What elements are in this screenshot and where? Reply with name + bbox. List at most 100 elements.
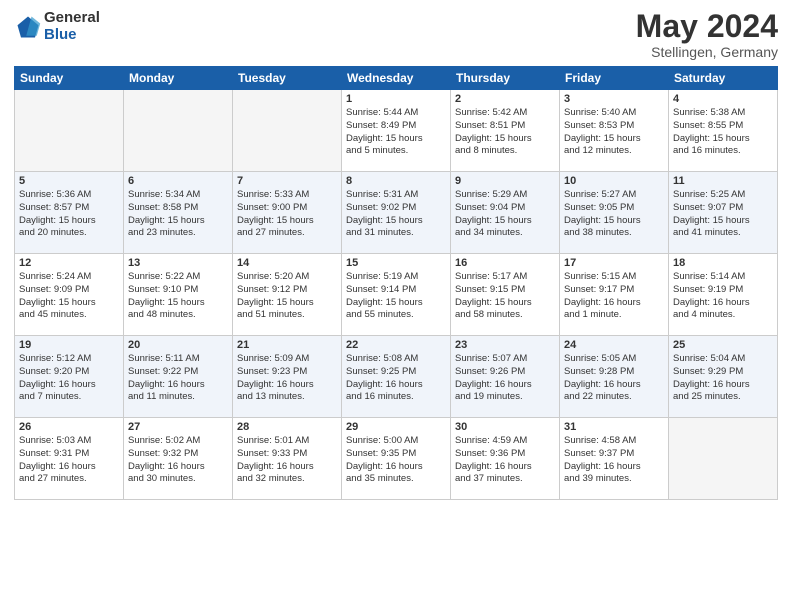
col-monday: Monday <box>124 67 233 90</box>
col-thursday: Thursday <box>451 67 560 90</box>
calendar-cell: 23 Sunrise: 5:07 AM Sunset: 9:26 PM Dayli… <box>451 336 560 418</box>
day-info: Sunrise: 5:31 AM Sunset: 9:02 PM Dayligh… <box>346 189 446 240</box>
calendar-cell <box>124 90 233 172</box>
calendar-week-row: 12 Sunrise: 5:24 AM Sunset: 9:09 PM Dayli… <box>15 254 778 336</box>
day-number: 9 <box>455 175 555 187</box>
day-number: 18 <box>673 257 773 269</box>
day-number: 26 <box>19 421 119 433</box>
calendar-week-row: 26 Sunrise: 5:03 AM Sunset: 9:31 PM Dayli… <box>15 418 778 500</box>
calendar-cell: 7 Sunrise: 5:33 AM Sunset: 9:00 PM Daylig… <box>233 172 342 254</box>
day-info: Sunrise: 5:12 AM Sunset: 9:20 PM Dayligh… <box>19 353 119 404</box>
title-block: May 2024 Stellingen, Germany <box>636 10 778 60</box>
day-number: 17 <box>564 257 664 269</box>
calendar-cell: 9 Sunrise: 5:29 AM Sunset: 9:04 PM Daylig… <box>451 172 560 254</box>
day-number: 23 <box>455 339 555 351</box>
day-info: Sunrise: 5:22 AM Sunset: 9:10 PM Dayligh… <box>128 271 228 322</box>
page: General Blue May 2024 Stellingen, German… <box>0 0 792 612</box>
calendar-cell: 30 Sunrise: 4:59 AM Sunset: 9:36 PM Dayli… <box>451 418 560 500</box>
day-info: Sunrise: 5:01 AM Sunset: 9:33 PM Dayligh… <box>237 435 337 486</box>
day-number: 24 <box>564 339 664 351</box>
day-number: 31 <box>564 421 664 433</box>
day-number: 19 <box>19 339 119 351</box>
col-tuesday: Tuesday <box>233 67 342 90</box>
calendar-cell: 13 Sunrise: 5:22 AM Sunset: 9:10 PM Dayli… <box>124 254 233 336</box>
day-number: 4 <box>673 93 773 105</box>
calendar-cell: 10Sunrise: 5:27 AM Sunset: 9:05 PM Dayli… <box>560 172 669 254</box>
calendar-cell: 21 Sunrise: 5:09 AM Sunset: 9:23 PM Dayli… <box>233 336 342 418</box>
day-info: Sunrise: 4:58 AM Sunset: 9:37 PM Dayligh… <box>564 435 664 486</box>
day-number: 11 <box>673 175 773 187</box>
calendar-cell <box>15 90 124 172</box>
calendar-cell: 16Sunrise: 5:17 AM Sunset: 9:15 PM Dayli… <box>451 254 560 336</box>
logo-blue-text: Blue <box>44 27 100 44</box>
day-info: Sunrise: 5:09 AM Sunset: 9:23 PM Dayligh… <box>237 353 337 404</box>
calendar-cell: 18Sunrise: 5:14 AM Sunset: 9:19 PM Dayli… <box>669 254 778 336</box>
day-info: Sunrise: 5:20 AM Sunset: 9:12 PM Dayligh… <box>237 271 337 322</box>
calendar-cell: 25 Sunrise: 5:04 AM Sunset: 9:29 PM Dayli… <box>669 336 778 418</box>
day-number: 15 <box>346 257 446 269</box>
calendar-cell <box>233 90 342 172</box>
calendar-week-row: 1 Sunrise: 5:44 AM Sunset: 8:49 PM Daylig… <box>15 90 778 172</box>
day-info: Sunrise: 5:40 AM Sunset: 8:53 PM Dayligh… <box>564 107 664 158</box>
day-number: 30 <box>455 421 555 433</box>
day-info: Sunrise: 5:00 AM Sunset: 9:35 PM Dayligh… <box>346 435 446 486</box>
day-number: 1 <box>346 93 446 105</box>
calendar-week-row: 19 Sunrise: 5:12 AM Sunset: 9:20 PM Dayli… <box>15 336 778 418</box>
day-number: 3 <box>564 93 664 105</box>
day-info: Sunrise: 5:02 AM Sunset: 9:32 PM Dayligh… <box>128 435 228 486</box>
calendar-cell: 12 Sunrise: 5:24 AM Sunset: 9:09 PM Dayli… <box>15 254 124 336</box>
day-number: 13 <box>128 257 228 269</box>
day-number: 2 <box>455 93 555 105</box>
day-number: 22 <box>346 339 446 351</box>
day-number: 25 <box>673 339 773 351</box>
calendar-cell: 8Sunrise: 5:31 AM Sunset: 9:02 PM Daylig… <box>342 172 451 254</box>
day-info: Sunrise: 5:38 AM Sunset: 8:55 PM Dayligh… <box>673 107 773 158</box>
calendar-cell <box>669 418 778 500</box>
day-info: Sunrise: 5:08 AM Sunset: 9:25 PM Dayligh… <box>346 353 446 404</box>
day-info: Sunrise: 5:24 AM Sunset: 9:09 PM Dayligh… <box>19 271 119 322</box>
month-title: May 2024 <box>636 10 778 42</box>
col-saturday: Saturday <box>669 67 778 90</box>
calendar-cell: 24 Sunrise: 5:05 AM Sunset: 9:28 PM Dayli… <box>560 336 669 418</box>
calendar-cell: 20Sunrise: 5:11 AM Sunset: 9:22 PM Dayli… <box>124 336 233 418</box>
day-info: Sunrise: 5:34 AM Sunset: 8:58 PM Dayligh… <box>128 189 228 240</box>
calendar-cell: 17 Sunrise: 5:15 AM Sunset: 9:17 PM Dayli… <box>560 254 669 336</box>
day-number: 6 <box>128 175 228 187</box>
logo: General Blue <box>14 10 100 43</box>
day-info: Sunrise: 5:33 AM Sunset: 9:00 PM Dayligh… <box>237 189 337 240</box>
day-info: Sunrise: 5:44 AM Sunset: 8:49 PM Dayligh… <box>346 107 446 158</box>
day-info: Sunrise: 5:11 AM Sunset: 9:22 PM Dayligh… <box>128 353 228 404</box>
location: Stellingen, Germany <box>636 44 778 60</box>
day-number: 29 <box>346 421 446 433</box>
calendar-cell: 28Sunrise: 5:01 AM Sunset: 9:33 PM Dayli… <box>233 418 342 500</box>
logo-icon <box>14 13 42 41</box>
day-info: Sunrise: 5:05 AM Sunset: 9:28 PM Dayligh… <box>564 353 664 404</box>
day-info: Sunrise: 5:07 AM Sunset: 9:26 PM Dayligh… <box>455 353 555 404</box>
calendar-cell: 15 Sunrise: 5:19 AM Sunset: 9:14 PM Dayli… <box>342 254 451 336</box>
day-number: 7 <box>237 175 337 187</box>
calendar-cell: 4 Sunrise: 5:38 AM Sunset: 8:55 PM Daylig… <box>669 90 778 172</box>
day-info: Sunrise: 5:15 AM Sunset: 9:17 PM Dayligh… <box>564 271 664 322</box>
calendar-cell: 31 Sunrise: 4:58 AM Sunset: 9:37 PM Dayli… <box>560 418 669 500</box>
day-number: 21 <box>237 339 337 351</box>
day-info: Sunrise: 5:03 AM Sunset: 9:31 PM Dayligh… <box>19 435 119 486</box>
day-number: 12 <box>19 257 119 269</box>
day-number: 5 <box>19 175 119 187</box>
weekday-header-row: Sunday Monday Tuesday Wednesday Thursday… <box>15 67 778 90</box>
day-info: Sunrise: 5:42 AM Sunset: 8:51 PM Dayligh… <box>455 107 555 158</box>
day-info: Sunrise: 4:59 AM Sunset: 9:36 PM Dayligh… <box>455 435 555 486</box>
day-number: 10 <box>564 175 664 187</box>
calendar-week-row: 5 Sunrise: 5:36 AM Sunset: 8:57 PM Daylig… <box>15 172 778 254</box>
day-info: Sunrise: 5:36 AM Sunset: 8:57 PM Dayligh… <box>19 189 119 240</box>
day-number: 14 <box>237 257 337 269</box>
day-number: 27 <box>128 421 228 433</box>
calendar-cell: 26 Sunrise: 5:03 AM Sunset: 9:31 PM Dayli… <box>15 418 124 500</box>
logo-text: General Blue <box>44 10 100 43</box>
day-info: Sunrise: 5:19 AM Sunset: 9:14 PM Dayligh… <box>346 271 446 322</box>
day-info: Sunrise: 5:04 AM Sunset: 9:29 PM Dayligh… <box>673 353 773 404</box>
day-number: 16 <box>455 257 555 269</box>
calendar-cell: 1 Sunrise: 5:44 AM Sunset: 8:49 PM Daylig… <box>342 90 451 172</box>
calendar-cell: 11Sunrise: 5:25 AM Sunset: 9:07 PM Dayli… <box>669 172 778 254</box>
day-info: Sunrise: 5:29 AM Sunset: 9:04 PM Dayligh… <box>455 189 555 240</box>
col-wednesday: Wednesday <box>342 67 451 90</box>
